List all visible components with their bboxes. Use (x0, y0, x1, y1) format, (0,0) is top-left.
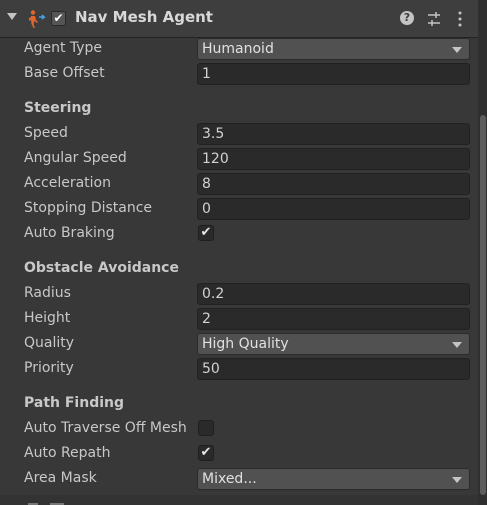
base-offset-label: Base Offset (24, 65, 105, 81)
base-offset-field[interactable]: 1 (197, 63, 470, 85)
nav-mesh-agent-icon (29, 10, 46, 28)
quality-dropdown[interactable]: High Quality (197, 333, 470, 355)
auto-repath-checkbox[interactable]: ✔ (198, 445, 214, 461)
auto-braking-label: Auto Braking (24, 225, 115, 241)
radius-field[interactable]: 0.2 (197, 283, 470, 305)
auto-braking-row: Auto Braking ✔ (0, 223, 478, 248)
auto-braking-checkbox[interactable]: ✔ (198, 225, 214, 241)
component-header[interactable]: ✔ Nav Mesh Agent ? (0, 0, 478, 38)
dropdown-arrow-icon (452, 342, 462, 348)
stopping-distance-field[interactable]: 0 (197, 198, 470, 220)
speed-field[interactable]: 3.5 (197, 123, 470, 145)
kebab-menu-icon[interactable] (451, 9, 469, 29)
angular-speed-row: Angular Speed 120 (0, 148, 478, 173)
scrollbar-thumb[interactable] (480, 115, 486, 495)
auto-traverse-label: Auto Traverse Off Mesh (24, 420, 187, 436)
acceleration-row: Acceleration 8 (0, 173, 478, 198)
area-mask-label: Area Mask (24, 470, 97, 486)
stopping-distance-row: Stopping Distance 0 (0, 198, 478, 223)
quality-label: Quality (24, 335, 75, 351)
angular-speed-label: Angular Speed (24, 150, 127, 166)
dropdown-arrow-icon (452, 47, 462, 53)
dropdown-arrow-icon (452, 477, 462, 483)
auto-repath-row: Auto Repath ✔ (0, 443, 478, 468)
height-field[interactable]: 2 (197, 308, 470, 330)
component-title: Nav Mesh Agent (75, 8, 213, 26)
help-icon[interactable]: ? (400, 11, 414, 25)
area-mask-value: Mixed... (202, 471, 257, 487)
stopping-distance-label: Stopping Distance (24, 200, 153, 216)
area-mask-dropdown[interactable]: Mixed... (197, 468, 470, 490)
auto-repath-label: Auto Repath (24, 445, 111, 461)
agent-type-value: Humanoid (202, 41, 274, 57)
auto-traverse-checkbox[interactable] (198, 420, 214, 436)
radius-row: Radius 0.2 (0, 283, 478, 308)
quality-row: Quality High Quality (0, 333, 478, 358)
agent-type-dropdown[interactable]: Humanoid (197, 38, 470, 60)
height-label: Height (24, 310, 71, 326)
agent-type-row: Agent Type Humanoid (0, 38, 478, 63)
base-offset-row: Base Offset 1 (0, 63, 478, 88)
path-finding-heading: Path Finding (24, 395, 125, 411)
area-mask-row: Area Mask Mixed... (0, 468, 478, 493)
height-row: Height 2 (0, 308, 478, 333)
speed-label: Speed (24, 125, 68, 141)
next-component-header (0, 495, 478, 505)
preset-settings-icon[interactable] (425, 9, 443, 29)
component-enabled-checkbox[interactable]: ✔ (51, 11, 66, 26)
speed-row: Speed 3.5 (0, 123, 478, 148)
auto-traverse-row: Auto Traverse Off Mesh (0, 418, 478, 443)
acceleration-label: Acceleration (24, 175, 111, 191)
priority-label: Priority (24, 360, 74, 376)
foldout-arrow-icon[interactable] (7, 13, 17, 20)
obstacle-avoidance-heading: Obstacle Avoidance (24, 260, 179, 276)
steering-heading: Steering (24, 100, 92, 116)
priority-row: Priority 50 (0, 358, 478, 383)
priority-field[interactable]: 50 (197, 358, 470, 380)
acceleration-field[interactable]: 8 (197, 173, 470, 195)
angular-speed-field[interactable]: 120 (197, 148, 470, 170)
agent-type-label: Agent Type (24, 40, 103, 56)
quality-value: High Quality (202, 336, 289, 352)
radius-label: Radius (24, 285, 71, 301)
